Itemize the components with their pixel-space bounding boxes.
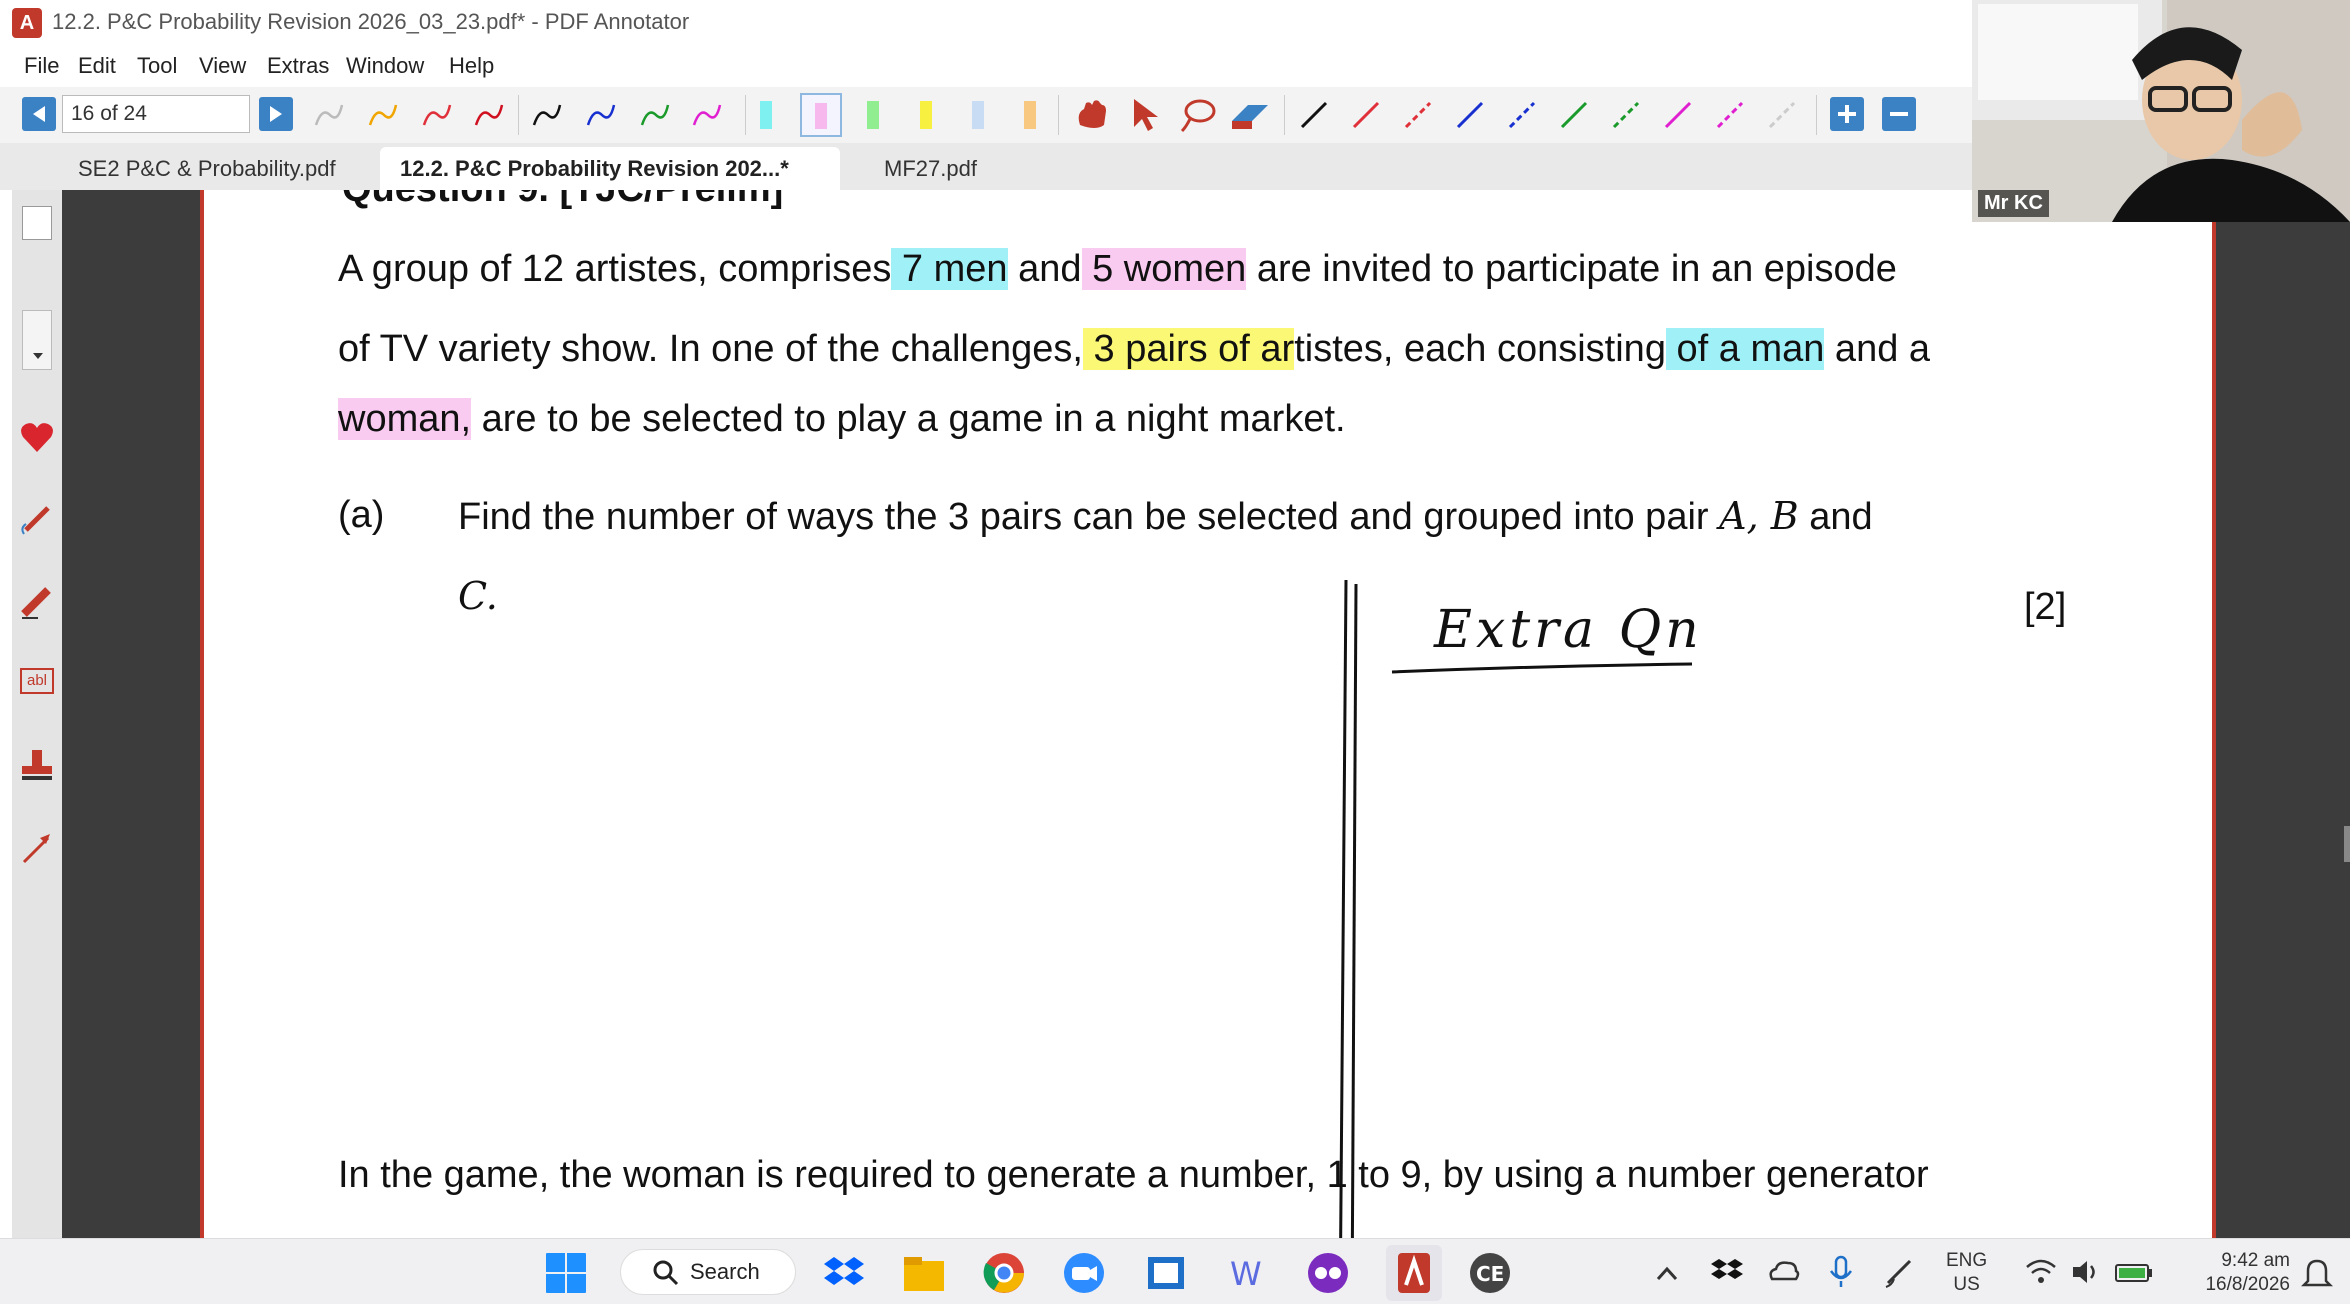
highlighter-lightblue-icon[interactable] [972,101,984,129]
chrome-icon[interactable] [982,1251,1026,1295]
tab-se2-pc-probability[interactable]: SE2 P&C & Probability.pdf [58,147,356,190]
highlighter-orange-icon[interactable] [1024,101,1036,129]
marks-label: [2] [2024,586,2067,628]
eraser-icon[interactable] [1228,97,1272,133]
presenter-video-icon [1972,0,2350,222]
show-hidden-icons-chevron-icon[interactable] [1652,1259,1682,1289]
wifi-icon[interactable] [2024,1257,2058,1287]
search-label: Search [690,1259,760,1284]
title-bar: A 12.2. P&C Probability Revision 2026_03… [0,0,1972,45]
favorites-heart-icon[interactable] [18,418,56,456]
window-title: 12.2. P&C Probability Revision 2026_03_2… [52,9,690,34]
part-a-label: (a) [338,494,385,536]
zoom-in-button[interactable] [1830,97,1864,131]
menu-view[interactable]: View [199,53,246,79]
webcam-name-label: Mr KC [1978,190,2049,217]
search-icon [653,1260,679,1286]
pdf-annotator-taskbar-active[interactable] [1386,1245,1442,1301]
part-a-question-line-1: Find the number of ways the 3 pairs can … [458,494,1873,538]
tool-sidebar: abl [12,190,62,1238]
highlight-3-pairs: 3 pairs of ar [1082,328,1295,370]
line-tool-presets-icon[interactable] [1296,97,1816,133]
highlighter-yellow-icon[interactable] [920,101,932,129]
highlighter-tool-icon[interactable] [18,582,56,620]
webcam-overlay [1972,0,2350,222]
stamp-tool-icon[interactable] [18,746,56,784]
handwritten-note: Extra Qn [1434,600,1703,660]
windows-taskbar: Search W CE ENG US 9:42 am 16/8/2026 [0,1238,2350,1304]
system-clock[interactable]: 9:42 am 16/8/2026 [2190,1249,2290,1297]
document-margin-right [2216,190,2350,1238]
highlight-5-women: 5 women [1081,248,1247,290]
whiteboard-app-icon[interactable] [1144,1251,1188,1295]
menu-edit[interactable]: Edit [78,53,116,79]
vertical-scrollbar-thumb[interactable] [2344,826,2350,862]
menu-bar: File Edit Tool View Extras Window Help [0,45,1972,87]
menu-tool[interactable]: Tool [137,53,177,79]
handwritten-divider-line [1339,580,1358,1238]
document-tab-bar: SE2 P&C & Probability.pdf 12.2. P&C Prob… [0,143,1972,323]
paragraph-1-line-1: A group of 12 artistes, comprises 7 men … [338,248,1897,290]
page-thumbnail-icon[interactable] [22,206,52,240]
obs-app-icon[interactable] [1306,1251,1350,1295]
svg-text:W: W [1230,1255,1262,1293]
microphone-icon[interactable] [1826,1255,1856,1289]
pen-presets-2-icon[interactable] [530,97,740,133]
next-page-button[interactable] [259,97,293,131]
tab-revision-active[interactable]: 12.2. P&C Probability Revision 202...* [380,147,840,190]
pdf-page[interactable]: Question 9. [TJC/Prelim] A group of 12 a… [200,190,2216,1238]
ce-app-icon[interactable]: CE [1468,1251,1512,1295]
word-app-icon[interactable]: W [1224,1251,1268,1295]
windows-start-icon[interactable] [544,1251,588,1295]
part-a-question-line-2: C. [458,574,498,618]
onedrive-sync-icon[interactable] [1766,1255,1800,1289]
pen-input-icon[interactable] [1882,1255,1916,1289]
menu-window[interactable]: Window [346,53,424,79]
page-number-field[interactable]: 16 of 24 [62,95,250,133]
hand-tool-icon[interactable] [1072,95,1112,135]
select-arrow-icon[interactable] [1128,95,1164,135]
highlight-woman: woman, [338,398,472,440]
menu-help[interactable]: Help [449,53,494,79]
tab-mf27[interactable]: MF27.pdf [864,147,997,190]
sidebar-scroll-control[interactable] [22,310,52,370]
highlighter-pink-selected-button[interactable] [800,93,842,137]
text-box-tool-icon[interactable]: abl [20,668,54,694]
menu-extras[interactable]: Extras [267,53,329,79]
dropbox-tray-icon[interactable] [1710,1255,1744,1289]
arrow-tool-icon[interactable] [18,830,56,868]
notifications-icon[interactable] [2300,1257,2334,1291]
handwritten-underline [1391,662,1693,674]
paragraph-1-line-3: woman, are to be selected to play a game… [338,398,1346,440]
toolbar: 16 of 24 [0,87,1972,143]
volume-icon[interactable] [2070,1257,2104,1287]
previous-page-button[interactable] [22,97,56,131]
paragraph-2: In the game, the woman is required to ge… [338,1154,1929,1196]
svg-text:CE: CE [1476,1262,1504,1286]
file-explorer-icon[interactable] [902,1251,946,1295]
highlight-7-men: 7 men [891,248,1008,290]
highlighter-cyan-icon[interactable] [760,101,772,129]
dropbox-icon[interactable] [822,1251,866,1295]
highlighter-green-icon[interactable] [867,101,879,129]
zoom-icon[interactable] [1062,1251,1106,1295]
zoom-out-button[interactable] [1882,97,1916,131]
language-indicator[interactable]: ENG US [1946,1249,1987,1297]
lasso-icon[interactable] [1178,95,1218,135]
pen-presets-icon[interactable] [312,97,522,133]
menu-file[interactable]: File [24,53,59,79]
pdf-annotator-logo-icon: A [12,8,42,38]
battery-icon[interactable] [2114,1257,2154,1287]
highlight-of-a-man: of a man [1665,328,1825,370]
pen-tool-icon[interactable] [18,500,56,538]
question-header: Question 9. [TJC/Prelim] [342,190,783,211]
paragraph-1-line-2: of TV variety show. In one of the challe… [338,328,1931,370]
